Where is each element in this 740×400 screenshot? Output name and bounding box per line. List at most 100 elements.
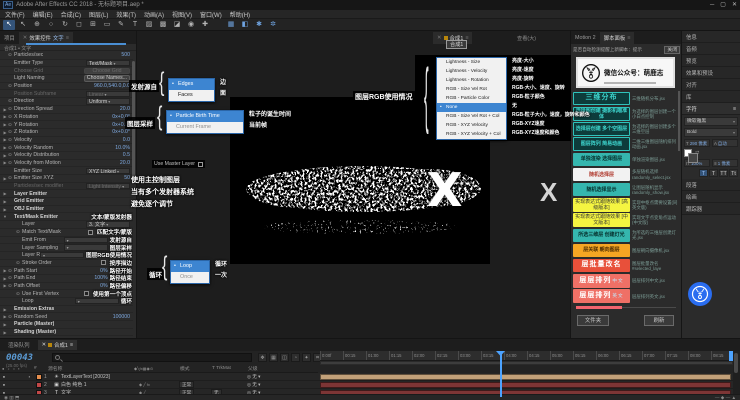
property-checkbox[interactable]: [84, 291, 89, 296]
hand-tool-icon[interactable]: ⊕: [31, 20, 43, 30]
property-checkbox[interactable]: [88, 230, 93, 235]
parent-select[interactable]: ◎ 无 ▾: [247, 374, 289, 380]
property-value[interactable]: 0.5: [123, 152, 130, 158]
property-value[interactable]: Choose Grid: [84, 68, 130, 74]
property-value[interactable]: Text/Mask: [86, 60, 130, 66]
type-tool-icon[interactable]: T: [129, 20, 141, 30]
menu-item[interactable]: 帮助(H): [230, 10, 250, 19]
layer-duration-bar[interactable]: [320, 382, 731, 388]
panel-menu-icon[interactable]: ≡: [627, 35, 630, 41]
layer-duration-bar[interactable]: [320, 374, 731, 380]
property-value[interactable]: 20.0: [120, 106, 130, 112]
script-button[interactable]: 层关联 朝向图层: [573, 244, 630, 258]
motion-blur-icon[interactable]: ✦: [302, 353, 311, 362]
property-value[interactable]: [75, 298, 119, 304]
eraser-tool-icon[interactable]: ◪: [171, 20, 183, 30]
panel-menu-icon[interactable]: ≡: [66, 35, 69, 41]
composition-mini-flowchart-icon[interactable]: ❖: [258, 353, 267, 362]
tab-render-queue[interactable]: 渲染队列: [4, 340, 34, 350]
mask-mode-icon[interactable]: ◧: [239, 20, 251, 30]
menu-item[interactable]: 图层(L): [89, 10, 108, 19]
parent-select[interactable]: ◎ 无 ▾: [247, 382, 289, 388]
dock-panel-tab[interactable]: 信息: [682, 31, 740, 43]
expander-icon[interactable]: ▶: [2, 199, 8, 204]
expander-icon[interactable]: ▶: [2, 207, 8, 212]
property-value[interactable]: [40, 252, 84, 258]
close-button[interactable]: ✕: [732, 0, 737, 10]
dock-panel-tab[interactable]: 预览: [682, 55, 740, 67]
work-area-bar[interactable]: [320, 361, 733, 365]
tab-close-icon[interactable]: ✕: [42, 342, 47, 348]
property-value[interactable]: 960.0,540.0,0.0: [94, 83, 130, 89]
property-value[interactable]: 100000: [113, 314, 130, 320]
expander-icon[interactable]: ▶: [2, 322, 8, 327]
selection-tool-icon[interactable]: ↖: [17, 20, 29, 30]
folder-button[interactable]: 文件夹: [577, 315, 609, 326]
selection-tool-icon[interactable]: ↖: [3, 20, 15, 30]
stroke-width-field[interactable]: ≡ 1 像素: [712, 159, 738, 167]
layer-name[interactable]: TextLayerText [20023]: [61, 374, 139, 380]
column-mode[interactable]: 模式: [180, 365, 212, 372]
dock-panel-tab[interactable]: 对齐: [682, 79, 740, 91]
timeline-layer-row[interactable]: ● ▪ 1 ☀ TextLayerText [20023] ◎ 无 ▾: [0, 373, 733, 381]
property-value[interactable]: 3. 文字: [86, 221, 130, 227]
menu-item[interactable]: 编辑(E): [33, 10, 53, 19]
tab-project[interactable]: 项目: [0, 32, 19, 44]
menu-item[interactable]: 窗口(W): [200, 10, 222, 19]
menu-item[interactable]: 合成(C): [61, 10, 81, 19]
snapping-icon[interactable]: ✱: [253, 20, 265, 30]
timeline-toggle-icons[interactable]: ◉ ▥ ⬒: [4, 395, 19, 400]
align-icon[interactable]: ▦: [225, 20, 237, 30]
small-caps-button[interactable]: Tt: [729, 169, 738, 177]
tab-close-icon[interactable]: ✕: [437, 35, 442, 41]
time-ruler[interactable]: 0:00f00:1501:0001:1502:0002:1503:0003:15…: [320, 351, 733, 361]
rotation-tool-icon[interactable]: ↻: [59, 20, 71, 30]
faux-italic-button[interactable]: T: [709, 169, 718, 177]
dock-panel-tab[interactable]: 跟踪器: [682, 203, 740, 215]
camera-tool-icon[interactable]: ◻: [73, 20, 85, 30]
layer-visibility-icon[interactable]: ●: [0, 382, 8, 387]
column-source-name[interactable]: 源名称: [48, 365, 134, 372]
tab-close-icon[interactable]: ✕: [23, 35, 28, 41]
property-value[interactable]: 0%: [100, 283, 108, 289]
layer-lock-icon[interactable]: ▪: [25, 374, 34, 379]
fill-color-swatch[interactable]: [684, 149, 692, 157]
script-button[interactable]: 实现表达式跟随效果 [中文版本]: [573, 213, 630, 227]
dock-panel-tab[interactable]: 库: [682, 91, 740, 103]
roto-brush-tool-icon[interactable]: ◉: [185, 20, 197, 30]
timeline-scrollbar[interactable]: [733, 351, 740, 394]
script-panel-scrollbar[interactable]: [678, 91, 680, 151]
dock-panel-tab[interactable]: 音频: [682, 43, 740, 55]
script-button[interactable]: 层层排列 中文: [573, 274, 630, 288]
property-checkbox[interactable]: [101, 260, 106, 265]
expander-icon[interactable]: ▶: [2, 330, 8, 335]
clone-stamp-tool-icon[interactable]: ▩: [157, 20, 169, 30]
menu-item[interactable]: 文件(F): [5, 10, 25, 19]
current-time-display[interactable]: 00043: [6, 353, 33, 363]
expander-icon[interactable]: ▶: [2, 307, 8, 312]
pen-tool-icon[interactable]: ✎: [115, 20, 127, 30]
script-button[interactable]: 实现表达式跟随效果 [高级版本]: [573, 198, 630, 212]
panel-menu-icon[interactable]: ≡: [70, 342, 73, 348]
property-value[interactable]: 100%: [94, 275, 107, 281]
property-value[interactable]: 0x+0.0°: [112, 129, 130, 135]
maximize-button[interactable]: ▢: [720, 0, 726, 10]
all-caps-button[interactable]: TT: [719, 169, 728, 177]
draft-3d-icon[interactable]: ▦: [269, 353, 278, 362]
script-button[interactable]: 层层排列 英文: [573, 289, 630, 303]
frame-blending-icon[interactable]: ◔: [291, 353, 300, 362]
layer-switches[interactable]: ◆ ╱ fx: [139, 382, 179, 387]
layer-name[interactable]: 白色 纯色 1: [61, 381, 139, 388]
faux-bold-button[interactable]: T: [699, 169, 708, 177]
puppet-pin-tool-icon[interactable]: ✚: [199, 20, 211, 30]
script-button[interactable]: 三维分布: [573, 92, 630, 106]
font-family-select[interactable]: 微软雅黑▾: [684, 117, 738, 126]
brush-tool-icon[interactable]: ▨: [143, 20, 155, 30]
timeline-layer-row[interactable]: ● 2 ▣ 白色 纯色 1 ◆ ╱ fx 正常 ◎ 无 ▾: [0, 381, 733, 389]
property-value[interactable]: XYZ Linked: [86, 168, 130, 174]
refresh-button[interactable]: 刷新: [644, 315, 674, 326]
menu-item[interactable]: 视图(V): [172, 10, 192, 19]
dock-panel-tab[interactable]: 效果和预设: [682, 67, 740, 79]
tab-script-panel[interactable]: 脚本面板 ≡: [600, 32, 635, 44]
tab-timeline-comp[interactable]: ✕ 合成1 ≡: [38, 340, 77, 350]
